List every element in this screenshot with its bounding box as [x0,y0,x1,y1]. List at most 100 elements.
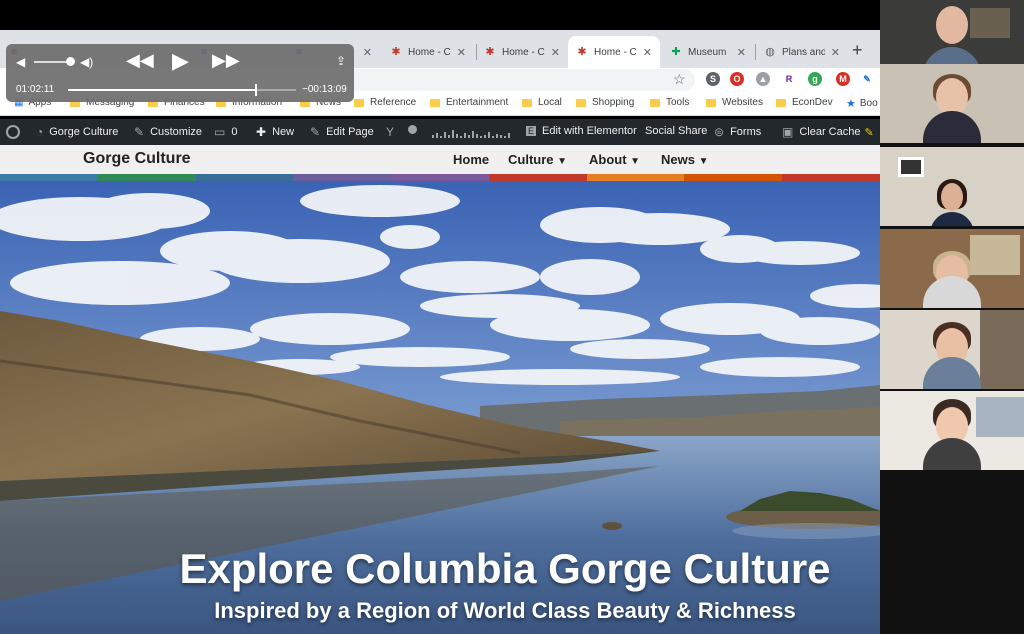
nav-about[interactable]: About ▼ [589,152,640,167]
browser-tab[interactable]: ✚ Museum ✕ [662,36,754,68]
wp-customize-link[interactable]: ✎ Customize [134,125,202,139]
extension-icon[interactable]: M [836,72,850,86]
hero-banner: Explore Columbia Gorge Culture Inspired … [0,181,1010,634]
volume-high-icon[interactable]: ◀) [80,55,93,69]
participant-tile[interactable] [880,64,1024,143]
extension-icon[interactable]: R [782,72,796,86]
hero-title: Explore Columbia Gorge Culture [179,545,831,592]
yoast-icon[interactable]: Y [386,125,400,139]
brand-color-segment [293,174,392,181]
scrubber-handle[interactable] [255,84,258,96]
extension-icon[interactable]: S [706,72,720,86]
bookmark-item[interactable]: ★ Boo [846,97,878,110]
participant-tile[interactable] [880,391,1024,470]
participant-body [923,276,981,308]
elementor-icon: E [526,126,537,136]
media-player: ◀ ◀) ◀◀ ▶ ▶▶ ⇪ 01:02:11 −00:13:09 [6,44,354,102]
wordpress-icon [6,125,20,139]
extension-icon[interactable]: ✎ [860,72,874,86]
participant-body [923,111,981,143]
nav-news[interactable]: News ▼ [661,152,709,167]
brand-color-segment [97,174,196,181]
screen: ■ ■ ■✕ ✱Home - C✕ ✱Home - C✕ ✱Home - C✕ … [0,0,1024,634]
participant-tile[interactable] [880,229,1024,308]
bookmark-folder[interactable]: Entertainment [430,97,508,108]
wp-social-share-link[interactable]: Social Share [645,125,707,137]
wp-elementor-link[interactable]: E Edit with Elementor [526,125,637,137]
browser-tab[interactable]: ✱ Home - C ✕ [476,36,568,68]
bookshelf-background [980,310,1024,389]
wp-comments-link[interactable]: ▭ 0 [214,125,237,139]
close-icon[interactable]: ✕ [737,46,746,59]
nav-home[interactable]: Home [453,152,489,167]
folder-icon [354,98,364,107]
play-button[interactable]: ▶ [172,48,189,74]
bookmark-folder[interactable]: Local [522,97,562,108]
extension-icon[interactable]: g [808,72,822,86]
url-field[interactable] [340,69,695,91]
nav-culture[interactable]: Culture ▼ [508,152,567,167]
caret-down-icon: ▼ [557,156,568,167]
brand-color-segment [782,174,881,181]
picture-frame [898,157,924,177]
caret-down-icon: ▼ [630,156,641,167]
wp-forms-link[interactable]: ⊜ Forms [714,125,761,139]
broom-icon: ✎ [864,126,874,139]
window-background [970,235,1020,275]
extension-icon[interactable]: ▲ [756,72,770,86]
brand-color-segment [0,174,98,181]
wp-new-link[interactable]: ✚ New [256,125,294,139]
close-icon[interactable]: ✕ [831,46,840,59]
elapsed-time: 01:02:11 [16,84,55,95]
hero-subtitle: Inspired by a Region of World Class Beau… [214,598,796,623]
new-tab-button[interactable]: + [852,40,863,61]
pencil-icon: ✎ [310,125,321,139]
wp-admin-bar: ◔ Gorge Culture ✎ Customize ▭ 0 ✚ New ✎ Edit … [0,119,880,145]
dashboard-icon: ◔ [36,125,44,139]
rewind-button[interactable]: ◀◀ [126,50,154,71]
participant-body [923,438,981,470]
stats-sparkline[interactable] [432,126,512,138]
wp-logo-button[interactable] [6,125,26,139]
extension-icon[interactable]: O [730,72,744,86]
wp-clear-cache-link[interactable]: ▣ Clear Cache ✎ [782,125,874,139]
brand-color-segment [586,174,685,181]
bookmark-folder[interactable]: Reference [354,97,416,108]
bookmark-star-icon[interactable]: ☆ [673,71,686,88]
star-icon: ★ [846,98,856,110]
participant-tile[interactable] [880,147,1024,226]
volume-slider[interactable] [34,61,70,63]
close-icon[interactable]: ✕ [643,46,652,59]
bookmark-folder[interactable]: Shopping [576,97,634,108]
playback-scrubber[interactable] [68,84,296,96]
status-dot-icon [408,125,417,134]
browser-tab-active[interactable]: ✱ Home - C ✕ [568,36,660,68]
browser-tab[interactable]: ✱ Home - C ✕ [382,36,474,68]
wp-site-link[interactable]: ◔ Gorge Culture [36,125,118,139]
globe-icon: ◍ [765,46,775,58]
caret-down-icon: ▼ [698,156,709,167]
pinwheel-icon: ✱ [577,46,587,58]
bookmark-folder[interactable]: Websites [706,97,763,108]
participant-face [941,183,963,211]
close-icon[interactable]: ✕ [363,46,372,59]
share-icon[interactable]: ⇪ [336,54,346,68]
site-header: Gorge Culture Home Culture ▼ About ▼ New… [0,145,880,174]
bookmark-folder[interactable]: Tools [650,97,689,108]
close-icon[interactable]: ✕ [551,46,560,59]
remaining-time: −00:13:09 [302,84,347,95]
browser-tab[interactable]: ◍ Plans and ✕ [756,36,848,68]
wp-edit-page-link[interactable]: ✎ Edit Page [310,125,374,139]
volume-low-icon[interactable]: ◀ [16,55,25,69]
close-icon[interactable]: ✕ [457,46,466,59]
volume-slider-handle[interactable] [66,57,75,66]
fast-forward-button[interactable]: ▶▶ [212,50,240,71]
brand-color-segment [391,174,489,181]
participant-tile[interactable] [880,310,1024,389]
brand-color-segment [488,174,587,181]
site-title[interactable]: Gorge Culture [83,150,191,168]
brand-color-segment [684,174,783,181]
bookmark-folder[interactable]: EconDev [776,97,833,108]
participant-body [930,212,974,226]
participant-body [923,357,981,389]
